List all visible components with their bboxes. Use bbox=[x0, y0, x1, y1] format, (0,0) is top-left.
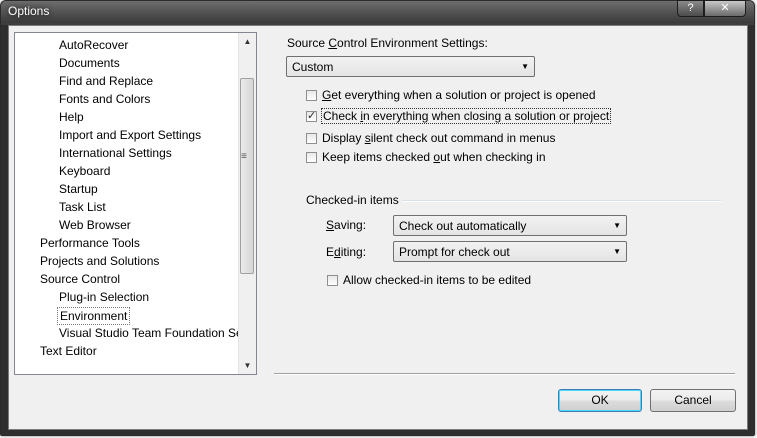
env-settings-dropdown[interactable]: Custom ▼ bbox=[286, 56, 535, 77]
scroll-thumb[interactable] bbox=[240, 78, 254, 274]
label-part: et everything when a solution or project… bbox=[331, 88, 596, 102]
label-part: Keep items checked bbox=[322, 150, 434, 164]
tree-item-team-foundation[interactable]: Visual Studio Team Foundation Se bbox=[57, 324, 245, 342]
chevron-down-icon: ▼ bbox=[613, 221, 621, 230]
close-icon[interactable]: ✕ bbox=[704, 0, 746, 17]
window-title: Options bbox=[8, 4, 50, 18]
editing-value: Prompt for check out bbox=[399, 245, 510, 259]
label-part: Check bbox=[323, 109, 361, 123]
title-bar: Options ? ✕ bbox=[1, 0, 754, 23]
scroll-down-icon[interactable]: ▼ bbox=[239, 357, 256, 374]
label-part: iting: bbox=[340, 245, 367, 259]
label-part: ontrol Environment Settings: bbox=[337, 36, 488, 50]
tree-item-startup[interactable]: Startup bbox=[57, 180, 100, 198]
label-part: ilent check out command in menus bbox=[370, 131, 556, 145]
scroll-up-icon[interactable]: ▲ bbox=[239, 33, 256, 50]
tree-item-import-export[interactable]: Import and Export Settings bbox=[57, 126, 203, 144]
label-accel: G bbox=[322, 88, 332, 102]
tree-item-find-replace[interactable]: Find and Replace bbox=[57, 72, 155, 90]
tree-item-source-control[interactable]: Source Control bbox=[38, 270, 122, 288]
checkbox-label: Get everything when a solution or projec… bbox=[322, 88, 596, 102]
chevron-down-icon: ▼ bbox=[521, 62, 529, 71]
env-settings-value: Custom bbox=[292, 60, 334, 74]
label-part: n everything when closing a solution or … bbox=[363, 109, 610, 123]
title-buttons: ? ✕ bbox=[677, 0, 746, 17]
tree-scrollbar[interactable]: ▲ ≡ ▼ bbox=[238, 33, 256, 374]
label-part: ut when checking in bbox=[440, 150, 546, 164]
tree-item-plugin-selection[interactable]: Plug-in Selection bbox=[57, 288, 151, 306]
tree-item-autorecover[interactable]: AutoRecover bbox=[57, 36, 130, 54]
tree-item-documents[interactable]: Documents bbox=[57, 54, 122, 72]
checkbox-label: Allow checked-in items to be edited bbox=[343, 273, 532, 287]
label-part: aving: bbox=[334, 218, 367, 232]
options-dialog: Options ? ✕ AutoRecover Documents Find a… bbox=[0, 0, 755, 436]
tree-item-text-editor[interactable]: Text Editor bbox=[38, 342, 99, 360]
checkbox-box[interactable]: ✓ bbox=[306, 111, 317, 122]
tree-item-fonts-colors[interactable]: Fonts and Colors bbox=[57, 90, 152, 108]
help-icon[interactable]: ? bbox=[677, 0, 704, 17]
dialog-client-area: AutoRecover Documents Find and Replace F… bbox=[8, 25, 748, 430]
editing-label: Editing: bbox=[326, 245, 366, 259]
env-settings-label: Source Control Environment Settings: bbox=[287, 36, 488, 50]
saving-label: Saving: bbox=[326, 218, 366, 232]
saving-value: Check out automatically bbox=[399, 219, 527, 233]
tree-item-projects-solutions[interactable]: Projects and Solutions bbox=[38, 252, 161, 270]
label-accel: S bbox=[326, 218, 335, 232]
tree-item-performance-tools[interactable]: Performance Tools bbox=[38, 234, 142, 252]
tree-item-international[interactable]: International Settings bbox=[57, 144, 174, 162]
saving-dropdown[interactable]: Check out automatically ▼ bbox=[393, 215, 627, 236]
checkbox-label: Check in everything when closing a solut… bbox=[321, 108, 612, 124]
group-divider bbox=[402, 200, 721, 202]
label-part: E bbox=[326, 245, 335, 259]
tree-item-keyboard[interactable]: Keyboard bbox=[57, 162, 112, 180]
tree-item-web-browser[interactable]: Web Browser bbox=[57, 216, 133, 234]
tree-item-task-list[interactable]: Task List bbox=[57, 198, 108, 216]
label-accel: d bbox=[334, 245, 341, 259]
chevron-down-icon: ▼ bbox=[613, 247, 621, 256]
checkbox-box[interactable] bbox=[327, 275, 338, 286]
label-part: Display bbox=[322, 131, 365, 145]
checkbox-box[interactable] bbox=[306, 90, 317, 101]
checkbox-box[interactable] bbox=[306, 133, 317, 144]
checkbox-label: Keep items checked out when checking in bbox=[322, 150, 546, 164]
ok-button[interactable]: OK bbox=[558, 389, 642, 412]
tree-item-help[interactable]: Help bbox=[57, 108, 86, 126]
checkbox-box[interactable] bbox=[306, 152, 317, 163]
label-accel: C bbox=[328, 36, 338, 50]
editing-dropdown[interactable]: Prompt for check out ▼ bbox=[393, 241, 627, 262]
tree-item-environment[interactable]: Environment bbox=[57, 307, 131, 325]
checked-in-group-title: Checked-in items bbox=[306, 193, 399, 207]
scroll-grip-icon: ≡ bbox=[241, 151, 247, 162]
checkbox-label: Display silent check out command in menu… bbox=[322, 131, 555, 145]
label-part: Source bbox=[287, 36, 329, 50]
options-tree[interactable]: AutoRecover Documents Find and Replace F… bbox=[14, 32, 257, 375]
bottom-separator bbox=[274, 373, 735, 375]
cancel-button[interactable]: Cancel bbox=[650, 389, 736, 412]
